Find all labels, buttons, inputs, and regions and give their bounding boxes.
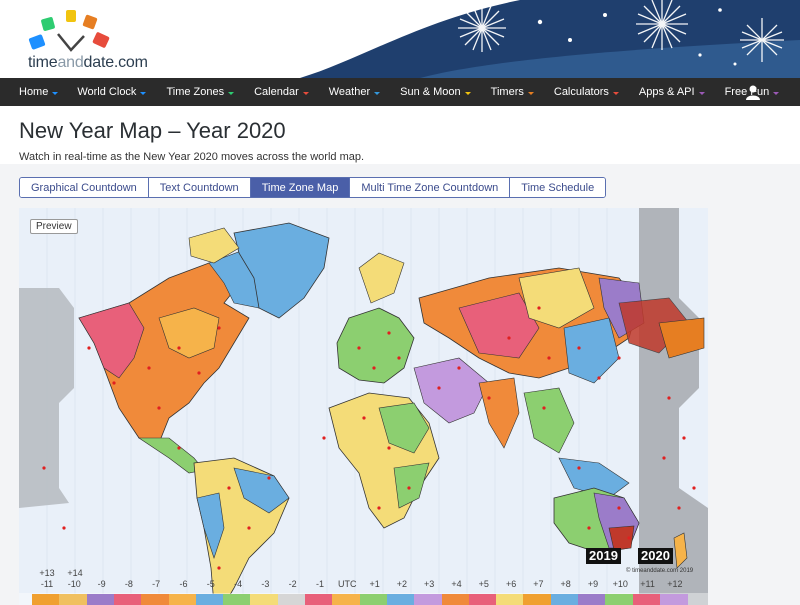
- tz-color-segment: [113, 594, 143, 605]
- tz-label: +11: [640, 579, 655, 589]
- tz-color-segment: [659, 594, 689, 605]
- tz-label-top: +13: [39, 568, 55, 578]
- tz-label: -5: [206, 579, 215, 589]
- year-old-label: 2019: [586, 548, 621, 564]
- tz-color-segment: [523, 594, 552, 605]
- tz-color-segment: [305, 594, 334, 605]
- tz-color-segment: [578, 594, 607, 605]
- page-title: New Year Map – Year 2020: [19, 118, 286, 143]
- tz-color-segment: [168, 594, 197, 605]
- nav-item-apps-api[interactable]: Apps & API: [639, 78, 705, 106]
- tz-label: +9: [587, 579, 599, 589]
- chevron-down-icon: [374, 91, 381, 95]
- chevron-down-icon: [612, 91, 619, 95]
- tz-label: -7: [152, 579, 161, 589]
- tz-color-segment: [496, 594, 525, 605]
- tz-label: +10: [612, 579, 628, 589]
- tz-label: -6: [179, 579, 188, 589]
- year-new-label: 2020: [638, 548, 673, 564]
- main-nav: Home World Clock Time Zones Calendar Wea…: [0, 78, 800, 106]
- chevron-down-icon: [464, 91, 471, 95]
- tz-color-segment: [468, 594, 498, 605]
- world-map-graphic: [19, 208, 708, 605]
- tab-time-zone-map[interactable]: Time Zone Map: [250, 178, 351, 197]
- tz-label: -8: [124, 579, 133, 589]
- tz-color-segment: [386, 594, 416, 605]
- tz-color-segment: [32, 594, 61, 605]
- tz-label: +4: [451, 579, 462, 589]
- nav-item-home[interactable]: Home: [19, 78, 59, 106]
- nav-item-time-zones[interactable]: Time Zones: [166, 78, 235, 106]
- tz-color-segment: [250, 594, 279, 605]
- tz-label: -1: [315, 579, 324, 589]
- tz-color-segment: [332, 594, 361, 605]
- tz-color-segment: [605, 594, 634, 605]
- tz-label: +6: [505, 579, 517, 589]
- view-tabs: Graphical Countdown Text Countdown Time …: [19, 177, 607, 198]
- tz-label: +12: [667, 579, 683, 589]
- preview-button[interactable]: Preview: [30, 219, 78, 234]
- map-copyright: © timeanddate.com 2019: [626, 568, 694, 574]
- tz-label: -10: [67, 579, 81, 589]
- site-header: timeanddate.com: [0, 0, 800, 78]
- chevron-down-icon: [228, 91, 235, 95]
- nav-item-calendar[interactable]: Calendar: [254, 78, 309, 106]
- chevron-down-icon: [302, 91, 309, 95]
- tz-label: -2: [288, 579, 297, 589]
- tab-graphical-countdown[interactable]: Graphical Countdown: [20, 178, 149, 197]
- tab-text-countdown[interactable]: Text Countdown: [148, 178, 251, 197]
- chevron-down-icon: [698, 91, 705, 95]
- tz-label: +7: [533, 579, 544, 589]
- tz-color-segment: [414, 594, 443, 605]
- tz-label: +8: [560, 579, 571, 589]
- tab-multi-time-zone-countdown[interactable]: Multi Time Zone Countdown: [350, 178, 511, 197]
- page-subtitle: Watch in real-time as the New Year 2020 …: [19, 151, 365, 163]
- tz-label: +3: [424, 579, 435, 589]
- tz-label: -11: [40, 579, 54, 589]
- tz-color-segment: [441, 594, 470, 605]
- tz-color-segment: [59, 594, 88, 605]
- tz-label: +1: [369, 579, 380, 589]
- chevron-down-icon: [140, 91, 147, 95]
- tab-time-schedule[interactable]: Time Schedule: [510, 178, 606, 197]
- chevron-down-icon: [527, 91, 534, 95]
- tz-color-segment: [141, 594, 170, 605]
- tz-color-segment: [223, 594, 252, 605]
- chevron-down-icon: [773, 91, 780, 95]
- tz-label: +5: [478, 579, 489, 589]
- tz-color-segment: [277, 594, 306, 605]
- tz-label: -3: [261, 579, 270, 589]
- tz-label: UTC: [338, 579, 357, 589]
- tz-color-segment: [195, 594, 225, 605]
- logo-text[interactable]: timeanddate.com: [28, 54, 148, 72]
- tz-label: -9: [97, 579, 106, 589]
- tz-label: +2: [396, 579, 408, 589]
- tz-color-segment: [359, 594, 388, 605]
- user-icon[interactable]: [745, 84, 761, 100]
- nav-item-world-clock[interactable]: World Clock: [77, 78, 147, 106]
- nav-item-calculators[interactable]: Calculators: [554, 78, 619, 106]
- tz-label-top: +14: [67, 568, 83, 578]
- nav-item-sun-moon[interactable]: Sun & Moon: [400, 78, 471, 106]
- tz-color-segment: [632, 594, 661, 605]
- world-time-zone-map[interactable]: [19, 208, 708, 605]
- nav-item-timers[interactable]: Timers: [491, 78, 534, 106]
- chevron-down-icon: [52, 91, 59, 95]
- tz-color-segment: [86, 594, 115, 605]
- nav-item-weather[interactable]: Weather: [329, 78, 381, 106]
- tz-color-segment: [550, 594, 579, 605]
- tz-label: -4: [234, 579, 243, 589]
